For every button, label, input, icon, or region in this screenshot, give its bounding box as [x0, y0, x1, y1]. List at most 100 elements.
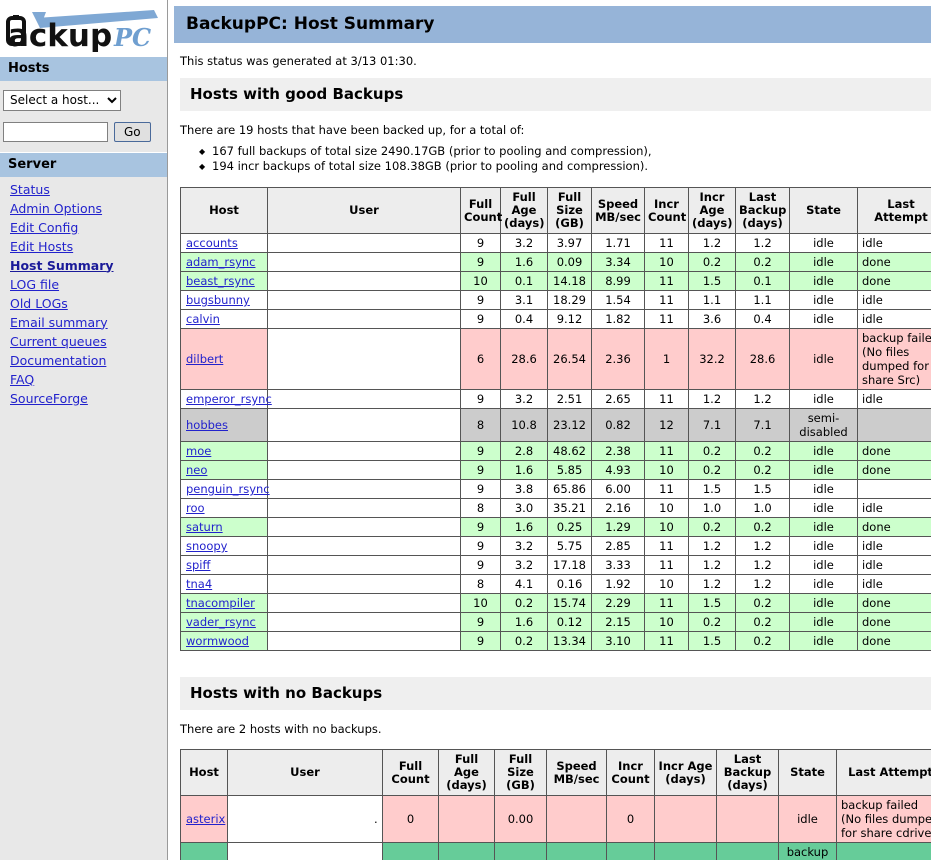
user-cell [268, 613, 461, 632]
column-header: Full Age(days) [439, 750, 495, 796]
main-content: BackupPC: Host Summary This status was g… [168, 0, 931, 860]
full-count-cell: 9 [461, 442, 501, 461]
host-link[interactable]: penguin_rsync [186, 482, 270, 496]
full-count-cell: 8 [461, 409, 501, 442]
svg-text:PC: PC [113, 23, 151, 52]
last-backup-cell: 1.2 [736, 390, 790, 409]
host-link[interactable]: accounts [186, 236, 238, 250]
sidebar-link-edit-config[interactable]: Edit Config [10, 218, 167, 237]
host-link[interactable]: beast_rsync [186, 274, 255, 288]
speed-cell: 3.10 [592, 632, 645, 651]
full-count-cell: 9 [461, 480, 501, 499]
full-count-cell: 9 [461, 518, 501, 537]
incr-count-cell: 11 [645, 272, 689, 291]
host-link[interactable]: adam_rsync [186, 255, 255, 269]
host-link[interactable]: spiff [186, 558, 210, 572]
last-attempt-cell: done [858, 253, 931, 272]
host-link[interactable]: bugsbunny [186, 293, 250, 307]
host-cell: tnacompiler [181, 594, 268, 613]
sidebar-link-faq[interactable]: FAQ [10, 370, 167, 389]
incr-age-cell: 1.2 [689, 390, 736, 409]
full-age-cell: 1.6 [501, 461, 548, 480]
host-link[interactable]: roo [186, 501, 205, 515]
no-backup-hosts-table-body: asterix.00.000idlebackup failed (No file… [181, 796, 931, 860]
host-link[interactable]: wormwood [186, 634, 249, 648]
full-age-cell: 3.0 [501, 499, 548, 518]
host-link[interactable]: snoopy [186, 539, 227, 553]
last-backup-cell: 1.5 [736, 480, 790, 499]
sidebar-link-edit-hosts[interactable]: Edit Hosts [10, 237, 167, 256]
incr-age-cell: 0.2 [689, 613, 736, 632]
sidebar-link-documentation[interactable]: Documentation [10, 351, 167, 370]
user-cell [268, 499, 461, 518]
sidebar-link-host-summary[interactable]: Host Summary [10, 256, 167, 275]
incr-age-cell: 7.1 [689, 409, 736, 442]
speed-cell: 8.99 [592, 272, 645, 291]
full-size-cell: 17.18 [548, 556, 592, 575]
host-link[interactable]: neo [186, 463, 207, 477]
host-link[interactable]: emperor_rsync [186, 392, 272, 406]
last-attempt-cell: done [858, 442, 931, 461]
full-age-cell: 3.2 [501, 234, 548, 253]
speed-cell: 2.36 [592, 329, 645, 390]
sidebar-link-old-logs[interactable]: Old LOGs [10, 294, 167, 313]
sidebar-heading-server: Server [0, 152, 167, 177]
last-attempt-cell: idle [858, 556, 931, 575]
full-count-cell: 9 [461, 461, 501, 480]
full-age-cell: 3.1 [501, 291, 548, 310]
state-cell: idle [790, 461, 858, 480]
state-cell: idle [790, 310, 858, 329]
incr-age-cell: 1.2 [689, 575, 736, 594]
sidebar-link-log-file[interactable]: LOG file [10, 275, 167, 294]
host-link[interactable]: calvin [186, 312, 220, 326]
good-backups-intro: There are 19 hosts that have been backed… [168, 111, 931, 137]
sidebar-link-status[interactable]: Status [10, 180, 167, 199]
host-link[interactable]: moe [186, 444, 211, 458]
sidebar-heading-hosts: Hosts [0, 56, 167, 81]
go-button[interactable]: Go [114, 122, 151, 142]
host-cell: vader_rsync [181, 613, 268, 632]
host-cell: accounts [181, 234, 268, 253]
last-backup-cell: 1.2 [736, 556, 790, 575]
column-header: IncrCount [607, 750, 655, 796]
sidebar: ackup PC Hosts Select a host... Go Serve… [0, 0, 168, 860]
host-link[interactable]: tnacompiler [186, 596, 255, 610]
speed-cell: 2.29 [592, 594, 645, 613]
incr-count-cell: 0 [607, 796, 655, 843]
table-header-row: HostUserFullCountFullAge(days)FullSize(G… [181, 188, 931, 234]
host-link[interactable]: asterix [186, 812, 225, 826]
host-link[interactable]: dilbert [186, 352, 223, 366]
full-age-cell: 3.2 [501, 556, 548, 575]
host-link[interactable]: vader_rsync [186, 615, 256, 629]
host-link[interactable]: saturn [186, 520, 223, 534]
speed-cell: 2.38 [592, 442, 645, 461]
user-cell [268, 480, 461, 499]
incr-age-cell: 1.2 [689, 556, 736, 575]
column-header: IncrCount [645, 188, 689, 234]
full-size-cell: 0.00 [495, 796, 547, 843]
speed-cell: 1.29 [592, 518, 645, 537]
state-cell: idle [790, 537, 858, 556]
user-cell [268, 518, 461, 537]
sidebar-link-current-queues[interactable]: Current queues [10, 332, 167, 351]
full-age-cell: 0.4 [501, 310, 548, 329]
speed-cell [547, 843, 607, 860]
full-age-cell: 1.6 [501, 613, 548, 632]
full-size-cell: 14.18 [548, 272, 592, 291]
last-backup-cell: 0.2 [736, 594, 790, 613]
table-row: hobbes810.823.120.82127.17.1semi-disable… [181, 409, 931, 442]
table-row: moe92.848.622.38110.20.2idledone [181, 442, 931, 461]
host-link[interactable]: tna4 [186, 577, 212, 591]
state-cell: idle [790, 253, 858, 272]
no-backups-intro: There are 2 hosts with no backups. [168, 710, 931, 736]
last-backup-cell: 1.0 [736, 499, 790, 518]
sidebar-link-sourceforge[interactable]: SourceForge [10, 389, 167, 408]
column-header: Incr Age(days) [655, 750, 717, 796]
sidebar-link-email-summary[interactable]: Email summary [10, 313, 167, 332]
host-link[interactable]: hobbes [186, 418, 228, 432]
column-header: IncrAge(days) [689, 188, 736, 234]
host-select[interactable]: Select a host... [3, 90, 121, 111]
host-search-input[interactable] [3, 122, 108, 142]
column-header: Host [181, 750, 228, 796]
sidebar-link-admin-options[interactable]: Admin Options [10, 199, 167, 218]
